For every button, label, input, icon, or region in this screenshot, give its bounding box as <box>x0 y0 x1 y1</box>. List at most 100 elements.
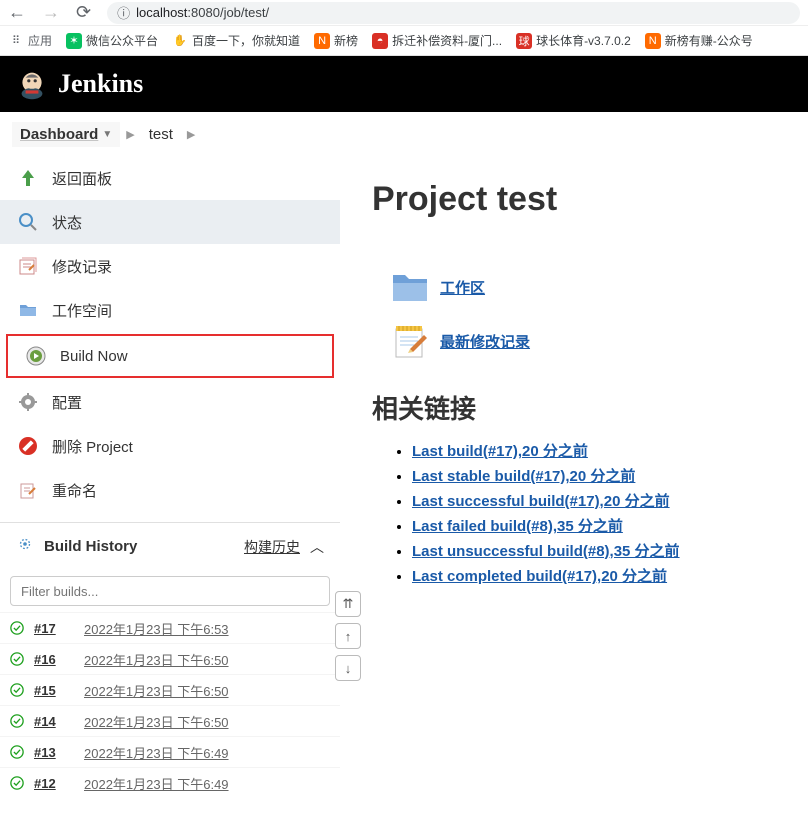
build-date[interactable]: 2022年1月23日 下午6:49 <box>84 774 229 793</box>
sports-icon: 球 <box>516 33 532 49</box>
rename-icon <box>18 480 38 500</box>
doc-icon: ◓ <box>372 33 388 49</box>
build-number[interactable]: #13 <box>34 745 74 760</box>
sidebar: 返回面板 状态 修改记录 工作空间 Build Now 配置 删除 Projec… <box>0 156 340 838</box>
scroll-top-button[interactable]: ⇈ <box>335 591 361 617</box>
build-row[interactable]: #14 2022年1月23日 下午6:50 <box>0 705 340 736</box>
success-icon <box>10 714 24 728</box>
bookmarks-bar: ⠿应用 ✶微信公众平台 ✋百度一下，你就知道 N新榜 ◓拆迁补偿资料-厦门...… <box>0 26 808 56</box>
baidu-icon: ✋ <box>172 33 188 49</box>
jenkins-header: Jenkins <box>0 56 808 112</box>
xinbang-icon: N <box>645 33 661 49</box>
up-arrow-icon <box>18 168 38 188</box>
related-links-list: Last build(#17),20 分之前 Last stable build(… <box>372 440 776 586</box>
related-link[interactable]: Last completed build(#17),20 分之前 <box>412 568 667 585</box>
build-history-title: Build History <box>44 538 137 555</box>
sidebar-item-rename[interactable]: 重命名 <box>0 468 340 512</box>
search-icon <box>18 212 38 232</box>
sidebar-item-back[interactable]: 返回面板 <box>0 156 340 200</box>
wechat-icon: ✶ <box>66 33 82 49</box>
success-icon <box>10 683 24 697</box>
browser-toolbar: ← → ⟳ ⓘ localhost:8080/job/test/ <box>0 0 808 26</box>
page-title: Project test <box>372 180 776 219</box>
sidebar-item-status[interactable]: 状态 <box>0 200 340 244</box>
related-link-item: Last completed build(#17),20 分之前 <box>412 565 776 586</box>
chevron-right-icon: ▶ <box>187 128 195 141</box>
bookmark-baidu[interactable]: ✋百度一下，你就知道 <box>172 32 300 49</box>
bookmark-xinbang[interactable]: N新榜 <box>314 32 358 49</box>
breadcrumb-dashboard[interactable]: Dashboard ▼ <box>12 122 120 147</box>
url-host: localhost <box>136 5 187 20</box>
url-path: :8080/job/test/ <box>187 5 269 20</box>
filter-builds-input[interactable] <box>10 576 330 606</box>
scroll-up-button[interactable]: ↑ <box>335 623 361 649</box>
related-link-item: Last successful build(#17),20 分之前 <box>412 490 776 511</box>
related-link[interactable]: Last failed build(#8),35 分之前 <box>412 518 623 535</box>
related-link[interactable]: Last stable build(#17),20 分之前 <box>412 468 635 485</box>
build-row[interactable]: #17 2022年1月23日 下午6:53 <box>0 612 340 643</box>
build-history-link[interactable]: 构建历史 <box>244 537 300 557</box>
sidebar-item-delete[interactable]: 删除 Project <box>0 424 340 468</box>
build-date[interactable]: 2022年1月23日 下午6:53 <box>84 619 229 638</box>
bookmark-apps[interactable]: ⠿应用 <box>8 32 52 49</box>
related-link[interactable]: Last unsuccessful build(#8),35 分之前 <box>412 543 680 560</box>
build-row[interactable]: #16 2022年1月23日 下午6:50 <box>0 643 340 674</box>
notepad-icon <box>390 321 430 361</box>
build-number[interactable]: #12 <box>34 776 74 791</box>
folder-icon <box>18 300 38 320</box>
sidebar-item-changes[interactable]: 修改记录 <box>0 244 340 288</box>
build-row[interactable]: #15 2022年1月23日 下午6:50 <box>0 674 340 705</box>
jenkins-logo-icon <box>16 68 48 100</box>
success-icon <box>10 776 24 790</box>
breadcrumbs: Dashboard ▼ ▶ test ▶ <box>0 112 808 156</box>
forward-button[interactable]: → <box>42 2 60 23</box>
folder-icon <box>390 267 430 307</box>
delete-icon <box>18 436 38 456</box>
build-row[interactable]: #13 2022年1月23日 下午6:49 <box>0 736 340 767</box>
chevron-down-icon: ▼ <box>102 129 112 140</box>
sidebar-item-configure[interactable]: 配置 <box>0 380 340 424</box>
sidebar-item-build-now[interactable]: Build Now <box>6 334 334 378</box>
build-number[interactable]: #15 <box>34 683 74 698</box>
main-content: Project test 工作区 最新修改记录 相关链接 Last build(… <box>340 156 808 838</box>
build-date[interactable]: 2022年1月23日 下午6:49 <box>84 743 229 762</box>
bookmark-demolition[interactable]: ◓拆迁补偿资料-厦门... <box>372 32 502 49</box>
success-icon <box>10 652 24 666</box>
success-icon <box>10 745 24 759</box>
related-link-item: Last build(#17),20 分之前 <box>412 440 776 461</box>
apps-icon: ⠿ <box>8 33 24 49</box>
build-history-header: Build History 构建历史 ︿ <box>0 522 340 570</box>
info-icon: ⓘ <box>117 3 130 22</box>
related-link-item: Last stable build(#17),20 分之前 <box>412 465 776 486</box>
build-number[interactable]: #16 <box>34 652 74 667</box>
build-date[interactable]: 2022年1月23日 下午6:50 <box>84 650 229 669</box>
build-date[interactable]: 2022年1月23日 下午6:50 <box>84 712 229 731</box>
bookmark-wechat[interactable]: ✶微信公众平台 <box>66 32 158 49</box>
xinbang-icon: N <box>314 33 330 49</box>
success-icon <box>10 621 24 635</box>
builds-list: #17 2022年1月23日 下午6:53 #16 2022年1月23日 下午6:50… <box>0 612 340 798</box>
build-date[interactable]: 2022年1月23日 下午6:50 <box>84 681 229 700</box>
build-icon <box>26 346 46 366</box>
bookmark-xinbang2[interactable]: N新榜有赚-公众号 <box>645 32 753 49</box>
related-links-heading: 相关链接 <box>372 389 776 426</box>
address-bar[interactable]: ⓘ localhost:8080/job/test/ <box>107 2 800 24</box>
breadcrumb-job[interactable]: test <box>141 122 181 147</box>
bookmark-sports[interactable]: 球球长体育-v3.7.0.2 <box>516 32 631 49</box>
quicklink-workspace[interactable]: 工作区 <box>390 267 776 307</box>
related-link[interactable]: Last successful build(#17),20 分之前 <box>412 493 670 510</box>
scroll-down-button[interactable]: ↓ <box>335 655 361 681</box>
trend-icon <box>16 535 34 558</box>
build-number[interactable]: #17 <box>34 621 74 636</box>
related-link[interactable]: Last build(#17),20 分之前 <box>412 443 588 460</box>
back-button[interactable]: ← <box>8 2 26 23</box>
reload-button[interactable]: ⟳ <box>76 2 91 23</box>
sidebar-item-workspace[interactable]: 工作空间 <box>0 288 340 332</box>
quicklink-latest-changes[interactable]: 最新修改记录 <box>390 321 776 361</box>
brand-name: Jenkins <box>58 69 143 99</box>
build-row[interactable]: #12 2022年1月23日 下午6:49 <box>0 767 340 798</box>
build-number[interactable]: #14 <box>34 714 74 729</box>
related-link-item: Last unsuccessful build(#8),35 分之前 <box>412 540 776 561</box>
changes-icon <box>18 256 38 276</box>
chevron-up-icon[interactable]: ︿ <box>310 537 324 557</box>
